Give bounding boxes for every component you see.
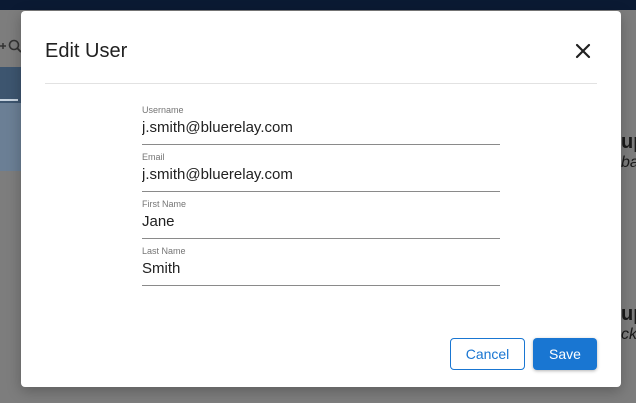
page: up ba up ck Edit User Username Email	[0, 0, 636, 403]
last-name-input[interactable]	[142, 259, 500, 279]
dialog-header: Edit User	[45, 11, 597, 84]
search-icon	[0, 36, 22, 61]
app-top-bar	[0, 0, 636, 10]
last-name-label: Last Name	[142, 246, 186, 256]
close-icon	[573, 41, 593, 61]
background-subtext: ba	[621, 154, 636, 171]
dialog-title: Edit User	[45, 40, 128, 62]
first-name-input[interactable]	[142, 212, 500, 232]
username-field: Username	[142, 104, 500, 145]
email-label: Email	[142, 152, 165, 162]
edit-user-form: Username Email First Name Last Name	[142, 104, 500, 292]
background-heading: up	[621, 303, 636, 325]
email-field: Email	[142, 151, 500, 192]
first-name-field: First Name	[142, 198, 500, 239]
background-subtext: ck	[621, 326, 636, 343]
save-button[interactable]: Save	[533, 338, 597, 370]
close-button[interactable]	[573, 41, 593, 61]
email-input[interactable]	[142, 165, 500, 185]
edit-user-dialog: Edit User Username Email First N	[21, 11, 621, 387]
first-name-label: First Name	[142, 199, 187, 209]
last-name-field: Last Name	[142, 245, 500, 286]
username-label: Username	[142, 105, 184, 115]
background-sidebar-panel-lower	[0, 103, 22, 171]
background-heading: up	[621, 131, 636, 153]
background-sidebar-divider	[0, 99, 18, 101]
username-input[interactable]	[142, 118, 500, 138]
cancel-button[interactable]: Cancel	[450, 338, 525, 370]
